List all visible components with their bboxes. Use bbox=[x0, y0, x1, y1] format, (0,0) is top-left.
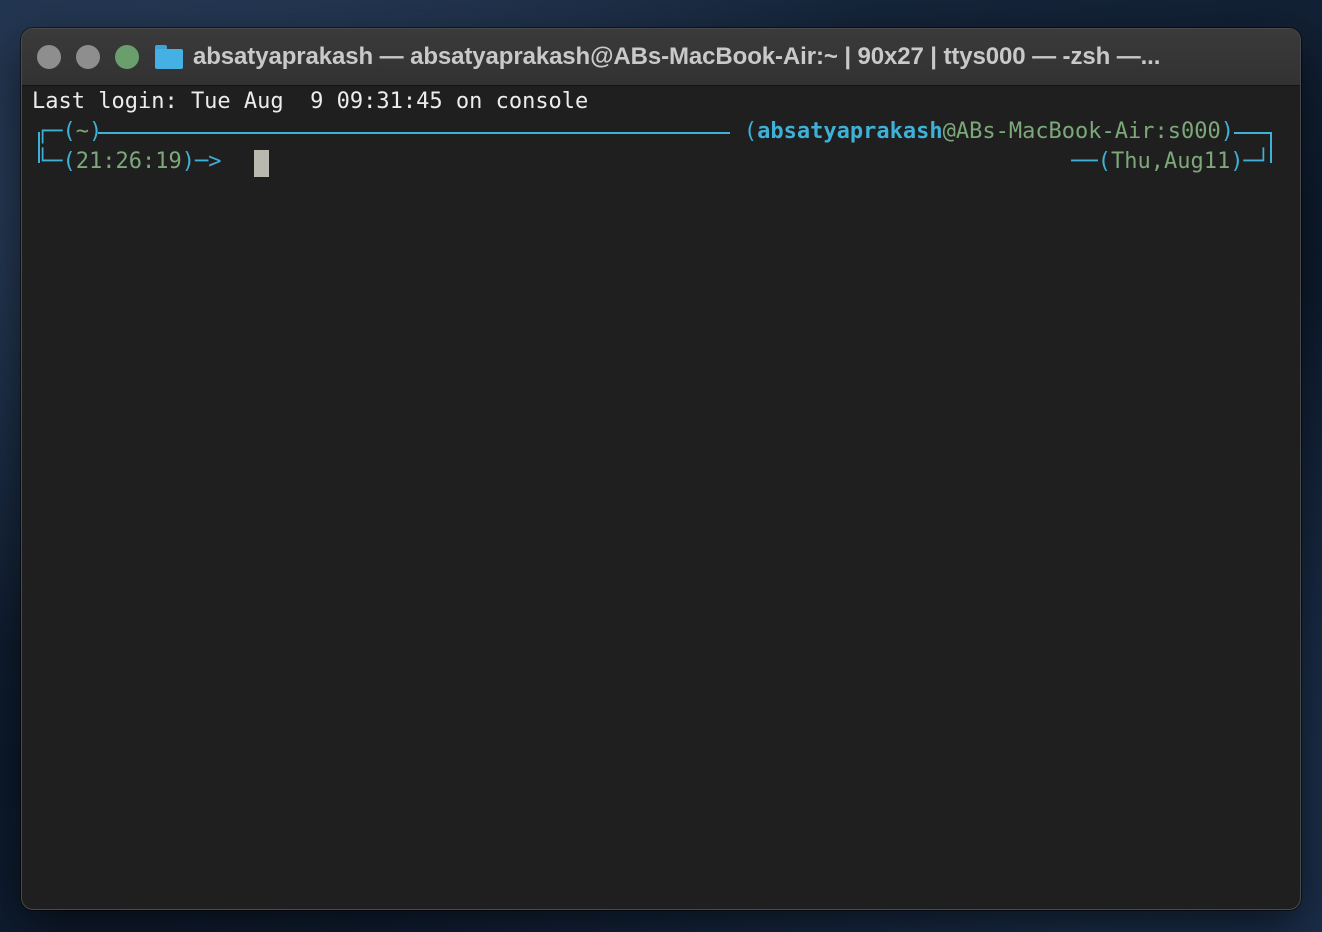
prompt-time: 21:26:19 bbox=[75, 149, 182, 174]
window-title: absatyaprakash — absatyaprakash@ABs-MacB… bbox=[193, 43, 1161, 70]
prompt-rule-right bbox=[1234, 132, 1270, 134]
prompt-cwd: ~ bbox=[75, 119, 89, 144]
title-bar[interactable]: absatyaprakash — absatyaprakash@ABs-MacB… bbox=[22, 29, 1300, 86]
folder-icon bbox=[155, 45, 183, 69]
prompt-date: Thu,Aug11 bbox=[1111, 149, 1231, 174]
prompt-line-1: ┌─(~) bbox=[36, 119, 103, 144]
close-button[interactable] bbox=[37, 45, 61, 69]
prompt-user: absatyaprakash bbox=[757, 119, 943, 144]
terminal-content[interactable]: Last login: Tue Aug 9 09:31:45 on consol… bbox=[22, 86, 1300, 909]
minimize-button[interactable] bbox=[76, 45, 100, 69]
terminal-window[interactable]: absatyaprakash — absatyaprakash@ABs-MacB… bbox=[21, 28, 1301, 910]
prompt-line-2: └─(21:26:19)─> bbox=[36, 149, 222, 174]
prompt-host: ABs-MacBook-Air:s000 bbox=[955, 119, 1221, 144]
prompt-date-group: ──(Thu,Aug11)─┘ bbox=[1071, 149, 1270, 174]
window-controls bbox=[37, 45, 139, 69]
prompt-rule bbox=[98, 132, 730, 134]
prompt-frame-right bbox=[1270, 132, 1272, 163]
prompt-user-host: (absatyaprakash@ABs-MacBook-Air:s000) bbox=[743, 119, 1234, 144]
block-cursor bbox=[254, 150, 269, 177]
zoom-button[interactable] bbox=[115, 45, 139, 69]
last-login-line: Last login: Tue Aug 9 09:31:45 on consol… bbox=[32, 89, 589, 114]
